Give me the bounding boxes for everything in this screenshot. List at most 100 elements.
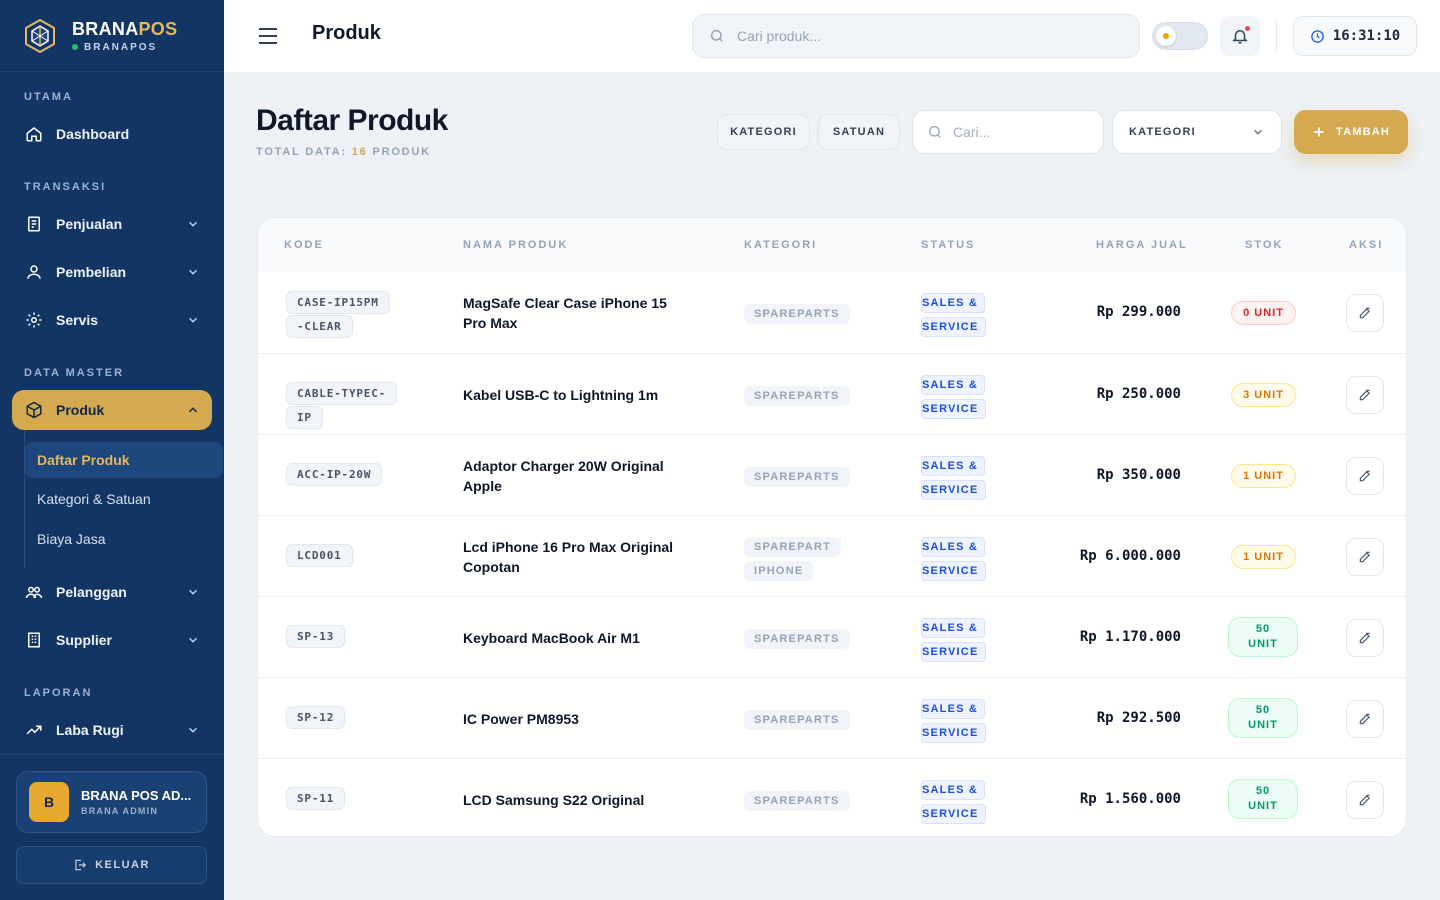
- table-row[interactable]: ACC-IP-20W Adaptor Charger 20W Original A…: [258, 434, 1406, 515]
- clock-icon: [1310, 29, 1325, 44]
- kategori-select[interactable]: KATEGORI: [1112, 110, 1282, 154]
- table-row[interactable]: CASE-IP15PM-CLEAR MagSafe Clear Case iPho…: [258, 272, 1406, 353]
- product-table: KODE NAMA PRODUK KATEGORI STATUS HARGA J…: [257, 217, 1407, 837]
- chevron-down-icon: [1251, 125, 1265, 139]
- sidebar-item-label: Produk: [56, 402, 105, 418]
- global-search-input[interactable]: [737, 28, 1117, 44]
- brand-name: BRANAPOS: [72, 18, 178, 39]
- trend-up-icon: [24, 720, 44, 740]
- table-row[interactable]: SP-11 LCD Samsung S22 Original SPAREPARTS S…: [258, 758, 1406, 836]
- clock: 16:31:10: [1293, 16, 1417, 56]
- product-code: LCD001: [286, 544, 396, 568]
- product-code: SP-12: [286, 706, 396, 730]
- product-name[interactable]: Adaptor Charger 20W Original Apple: [463, 456, 693, 496]
- edit-icon: [1359, 794, 1370, 806]
- table-row[interactable]: SP-12 IC Power PM8953 SPAREPARTS SALES & SE…: [258, 677, 1406, 758]
- product-price: Rp 6.000.000: [1079, 548, 1181, 564]
- stock-badge: 50 UNIT: [1228, 617, 1298, 657]
- logout-icon: [73, 858, 87, 872]
- sidebar-item-servis[interactable]: Servis: [0, 296, 224, 344]
- box-icon: [24, 400, 44, 420]
- product-code-chip: SP-12: [286, 706, 346, 729]
- status-badge: SALES & SERVICE: [921, 618, 986, 662]
- notification-button[interactable]: [1220, 16, 1260, 56]
- logout-label: KELUAR: [95, 859, 150, 871]
- product-price: Rp 292.500: [1096, 710, 1181, 726]
- product-code-chip: SP-11: [286, 787, 346, 810]
- add-product-button[interactable]: TAMBAH: [1294, 110, 1408, 154]
- table-row[interactable]: LCD001 Lcd iPhone 16 Pro Max Original Cop…: [258, 515, 1406, 596]
- th-harga[interactable]: HARGA JUAL: [1096, 239, 1188, 251]
- table-header: KODE NAMA PRODUK KATEGORI STATUS HARGA J…: [258, 218, 1406, 272]
- sidebar-item-penjualan[interactable]: Penjualan: [0, 200, 224, 248]
- sidebar-item-supplier[interactable]: Supplier: [0, 616, 224, 664]
- th-nama[interactable]: NAMA PRODUK: [463, 239, 568, 251]
- edit-button[interactable]: [1346, 781, 1384, 819]
- edit-icon: [1359, 307, 1370, 319]
- table-row[interactable]: CABLE-TYPEC-IP Kabel USB-C to Lightning 1…: [258, 353, 1406, 434]
- table-row[interactable]: SP-13 Keyboard MacBook Air M1 SPAREPARTS SA…: [258, 596, 1406, 677]
- topbar: Produk 16:31:10: [224, 0, 1440, 72]
- brand[interactable]: BRANAPOS BRANAPOS: [0, 0, 224, 72]
- satuan-button[interactable]: SATUAN: [818, 114, 900, 150]
- category-chip: SPAREPARTS: [744, 791, 850, 811]
- sidebar-item-produk[interactable]: Produk: [12, 390, 212, 430]
- product-name[interactable]: MagSafe Clear Case iPhone 15 Pro Max: [463, 293, 693, 333]
- th-status[interactable]: STATUS: [921, 239, 975, 251]
- search-icon: [928, 125, 941, 138]
- logout-button[interactable]: KELUAR: [16, 846, 207, 884]
- theme-toggle[interactable]: [1152, 22, 1208, 50]
- table-search[interactable]: [912, 110, 1104, 154]
- status-badge: SALES & SERVICE: [921, 780, 986, 824]
- edit-button[interactable]: [1346, 294, 1384, 332]
- category-chip: SPAREPARTS: [744, 629, 850, 649]
- edit-icon: [1359, 389, 1370, 401]
- product-code-chip: CASE-IP15PM-CLEAR: [286, 291, 390, 338]
- product-category: SPAREPARTS: [744, 627, 864, 651]
- product-name[interactable]: Lcd iPhone 16 Pro Max Original Copotan: [463, 537, 693, 577]
- kategori-button[interactable]: KATEGORI: [717, 114, 810, 150]
- sidebar-item-label: Laba Rugi: [56, 722, 124, 738]
- subnav-kategori-satuan[interactable]: Kategori & Satuan: [25, 480, 224, 518]
- chevron-down-icon: [188, 269, 198, 275]
- product-price: Rp 1.170.000: [1079, 629, 1181, 645]
- product-category: SPAREPARTS: [744, 708, 864, 732]
- category-chip: SPAREPARTS: [744, 304, 850, 324]
- th-stok[interactable]: STOK: [1245, 239, 1283, 251]
- gear-icon: [24, 310, 44, 330]
- sidebar-item-pembelian[interactable]: Pembelian: [0, 248, 224, 296]
- edit-button[interactable]: [1346, 376, 1384, 414]
- edit-button[interactable]: [1346, 457, 1384, 495]
- sidebar-item-dashboard[interactable]: Dashboard: [0, 110, 224, 158]
- th-aksi: AKSI: [1349, 239, 1384, 251]
- edit-button[interactable]: [1346, 700, 1384, 738]
- th-kategori[interactable]: KATEGORI: [744, 239, 817, 251]
- product-name[interactable]: Keyboard MacBook Air M1: [463, 628, 693, 648]
- user-card[interactable]: B BRANA POS AD... BRANA ADMIN: [16, 771, 207, 833]
- sidebar-item-laba-rugi[interactable]: Laba Rugi: [0, 706, 224, 754]
- chevron-up-icon: [188, 407, 198, 413]
- subnav-daftar-produk[interactable]: Daftar Produk: [25, 442, 223, 478]
- stock-badge: 1 UNIT: [1231, 464, 1296, 488]
- subnav-biaya-jasa[interactable]: Biaya Jasa: [25, 520, 224, 558]
- sidebar-item-label: Pelanggan: [56, 584, 127, 600]
- users-icon: [24, 262, 44, 282]
- stock-badge: 1 UNIT: [1231, 545, 1296, 569]
- edit-button[interactable]: [1346, 538, 1384, 576]
- product-status: SALES & SERVICE: [921, 535, 986, 583]
- product-name[interactable]: Kabel USB-C to Lightning 1m: [463, 385, 693, 405]
- online-dot: [72, 44, 78, 50]
- status-badge: SALES & SERVICE: [921, 699, 986, 743]
- chevron-down-icon: [188, 221, 198, 227]
- product-name[interactable]: LCD Samsung S22 Original: [463, 790, 693, 810]
- category-chip: SPAREPARTS: [744, 386, 850, 406]
- nav-section-transaksi: TRANSAKSI: [24, 181, 107, 193]
- table-search-input[interactable]: [953, 124, 1093, 140]
- sidebar-item-pelanggan[interactable]: Pelanggan: [0, 568, 224, 616]
- nav-section-laporan: LAPORAN: [24, 687, 93, 699]
- th-kode[interactable]: KODE: [284, 239, 324, 251]
- global-search[interactable]: [692, 14, 1140, 58]
- product-name[interactable]: IC Power PM8953: [463, 709, 693, 729]
- edit-button[interactable]: [1346, 619, 1384, 657]
- hamburger-menu-icon[interactable]: [258, 27, 278, 45]
